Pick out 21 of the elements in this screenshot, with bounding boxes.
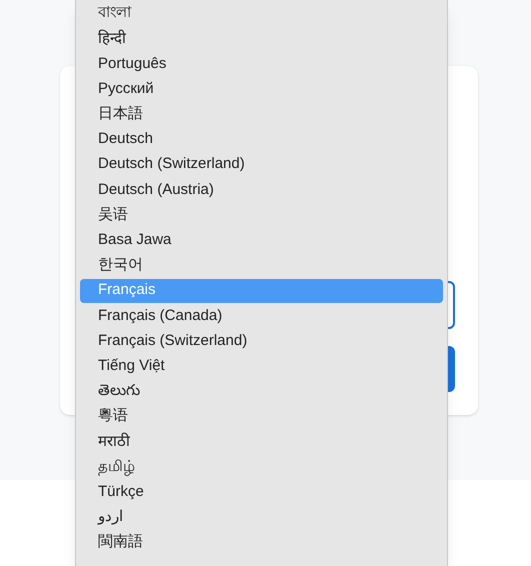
menu-item[interactable]: 日本語 [80,102,443,126]
menu-item[interactable]: اردو [80,505,443,530]
menu-item[interactable]: বাংলা [80,2,443,26]
menu-item[interactable]: Русский [80,77,443,102]
menu-item[interactable]: Türkçe [80,480,443,504]
menu-item[interactable]: தமிழ் [80,454,443,479]
menu-item[interactable]: Français (Switzerland) [80,329,443,354]
menu-item[interactable]: Português [80,52,443,76]
menu-item[interactable]: Basa Jawa [80,228,443,252]
menu-item[interactable]: मराठी [80,430,443,454]
menu-item[interactable]: 閩南語 [80,530,443,555]
menu-item[interactable]: Deutsch (Austria) [80,178,443,202]
menu-item[interactable]: 吴语 [80,203,443,228]
menu-item[interactable]: Français (Canada) [80,304,443,328]
menu-item[interactable]: తెలుగు [80,379,443,404]
menu-item[interactable]: हिन्दी [80,26,443,51]
menu-item[interactable]: 한국어 [80,253,443,278]
menu-item[interactable]: Tiếng Việt [80,354,443,378]
menu-item[interactable]: Deutsch (Switzerland) [80,152,443,177]
menu-item[interactable]: Deutsch [80,128,443,152]
menu-item[interactable]: 粵语 [80,404,443,429]
